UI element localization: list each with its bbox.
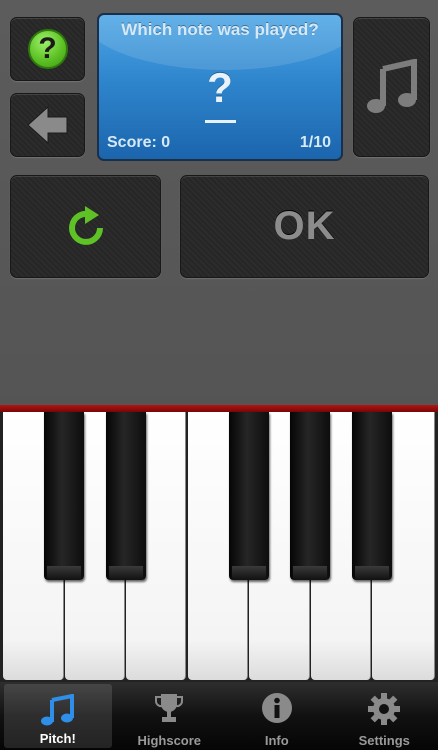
answer-placeholder: ? — [207, 64, 233, 111]
tab-pitch[interactable]: Pitch! — [4, 684, 112, 748]
info-icon — [261, 693, 292, 723]
black-key[interactable] — [290, 412, 330, 580]
black-key[interactable] — [229, 412, 269, 580]
piano-top-strip — [0, 405, 438, 412]
gear-icon — [368, 693, 401, 725]
progress-text: 1/10 — [299, 134, 331, 151]
black-key[interactable] — [352, 412, 392, 580]
replay-button[interactable] — [10, 175, 161, 278]
tab-bar: Pitch! Highscore Info Settings — [0, 682, 438, 750]
question-display: Which note was played? ? Score: 0 1/10 — [97, 13, 343, 161]
score-text: Score: 0 — [107, 134, 171, 151]
tab-info[interactable]: Info — [223, 682, 331, 750]
music-note-icon — [40, 694, 74, 726]
black-key[interactable] — [106, 412, 146, 580]
answer-underline — [205, 120, 236, 123]
play-note-button[interactable] — [353, 17, 430, 157]
tab-settings[interactable]: Settings — [331, 682, 438, 750]
back-arrow-icon — [26, 105, 67, 145]
tab-label: Pitch! — [39, 731, 76, 746]
help-button[interactable]: ? — [10, 17, 85, 81]
tab-highscore[interactable]: Highscore — [116, 682, 224, 750]
ok-label: OK — [273, 204, 336, 248]
pitch-game-screen: ? Which note was played? ? Score: 0 1/10 — [0, 0, 438, 750]
question-text: Which note was played? — [121, 20, 319, 39]
music-note-icon — [366, 59, 417, 113]
tab-label: Highscore — [137, 733, 202, 748]
help-icon: ? — [27, 29, 68, 69]
back-button[interactable] — [10, 93, 85, 157]
help-symbol: ? — [38, 32, 57, 65]
trophy-icon — [155, 694, 184, 722]
tab-label: Info — [264, 733, 289, 748]
piano-keyboard — [0, 412, 438, 682]
ok-button[interactable]: OK — [180, 175, 429, 278]
black-key[interactable] — [44, 412, 84, 580]
tab-label: Settings — [358, 733, 410, 748]
replay-icon — [68, 205, 103, 245]
